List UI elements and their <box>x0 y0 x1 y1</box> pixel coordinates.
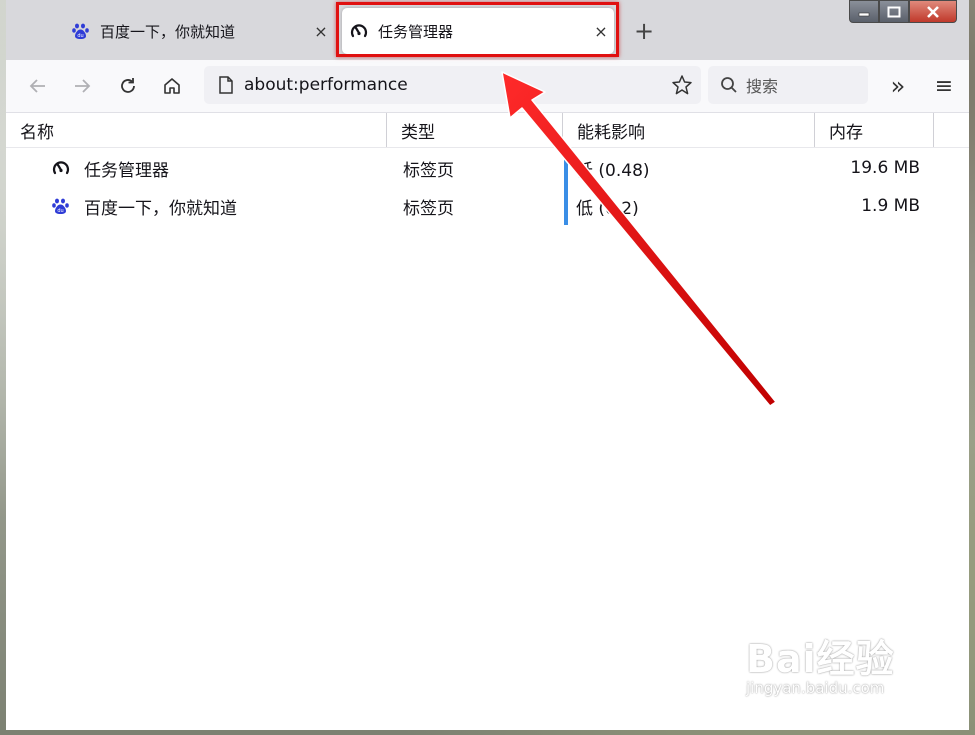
energy-value: 低 (0.2) <box>576 198 639 219</box>
forward-arrow-icon[interactable] <box>68 72 96 100</box>
window-controls <box>849 0 957 23</box>
column-header-name[interactable]: 名称 <box>6 113 387 147</box>
watermark-url: jingyan.baidu.com <box>746 679 885 697</box>
row-energy: 低 (0.2) <box>564 187 816 225</box>
row-type: 标签页 <box>403 160 454 181</box>
column-header-energy[interactable]: 能耗影响 <box>563 113 815 147</box>
watermark: Bai经验 jingyan.baidu.com <box>746 628 895 697</box>
gauge-icon <box>52 159 70 177</box>
row-name: 百度一下，你就知道 <box>84 198 237 219</box>
overflow-chevron-icon[interactable]: » <box>884 72 912 100</box>
navigation-toolbar: about:performance 搜索 » ≡ <box>6 60 969 113</box>
watermark-brand: Bai经验 <box>746 637 895 681</box>
tab-bar: du 百度一下，你就知道 × 任务管理器 × + <box>6 0 969 60</box>
reload-icon[interactable] <box>114 72 142 100</box>
tab-label: 百度一下，你就知道 <box>100 22 236 41</box>
url-bar[interactable]: about:performance <box>204 66 701 104</box>
search-placeholder: 搜索 <box>746 77 779 96</box>
tab-close-button[interactable]: × <box>588 22 614 41</box>
row-energy: 低 (0.48) <box>564 149 816 187</box>
new-tab-button[interactable]: + <box>634 18 654 44</box>
table-header: 名称 类型 能耗影响 内存 <box>6 113 969 148</box>
minimize-button[interactable] <box>849 0 879 23</box>
baidu-paw-icon: du <box>72 22 90 40</box>
tab-label: 任务管理器 <box>378 22 454 41</box>
column-header-memory[interactable]: 内存 <box>815 113 934 147</box>
column-header-type[interactable]: 类型 <box>387 113 563 147</box>
close-window-button[interactable] <box>909 0 957 23</box>
page-icon <box>218 76 234 94</box>
home-icon[interactable] <box>158 72 186 100</box>
hamburger-menu-icon[interactable]: ≡ <box>930 72 958 100</box>
energy-bar <box>564 149 568 187</box>
search-icon <box>720 76 738 94</box>
table-row[interactable]: 任务管理器 标签页 低 (0.48) 19.6 MB <box>6 149 969 187</box>
tab-task-manager[interactable]: 任务管理器 × <box>342 8 614 54</box>
tab-baidu[interactable]: du 百度一下，你就知道 × <box>64 6 334 56</box>
row-type: 标签页 <box>403 198 454 219</box>
energy-value: 低 (0.48) <box>576 160 650 181</box>
browser-window: du 百度一下，你就知道 × 任务管理器 × + about:performan… <box>6 0 969 730</box>
maximize-button[interactable] <box>879 0 909 23</box>
url-text[interactable]: about:performance <box>244 75 671 95</box>
svg-text:du: du <box>57 208 63 214</box>
svg-text:du: du <box>77 33 83 39</box>
gauge-icon <box>350 22 368 40</box>
bookmark-star-icon[interactable] <box>671 74 693 96</box>
search-box[interactable]: 搜索 <box>708 66 868 104</box>
back-arrow-icon[interactable] <box>24 72 52 100</box>
row-memory: 1.9 MB <box>861 196 920 216</box>
tab-close-button[interactable]: × <box>308 22 334 41</box>
energy-bar <box>564 187 568 225</box>
baidu-paw-icon: du <box>52 197 70 215</box>
table-row[interactable]: du 百度一下，你就知道 标签页 低 (0.2) 1.9 MB <box>6 187 969 225</box>
row-memory: 19.6 MB <box>850 158 920 178</box>
row-name: 任务管理器 <box>84 160 169 181</box>
